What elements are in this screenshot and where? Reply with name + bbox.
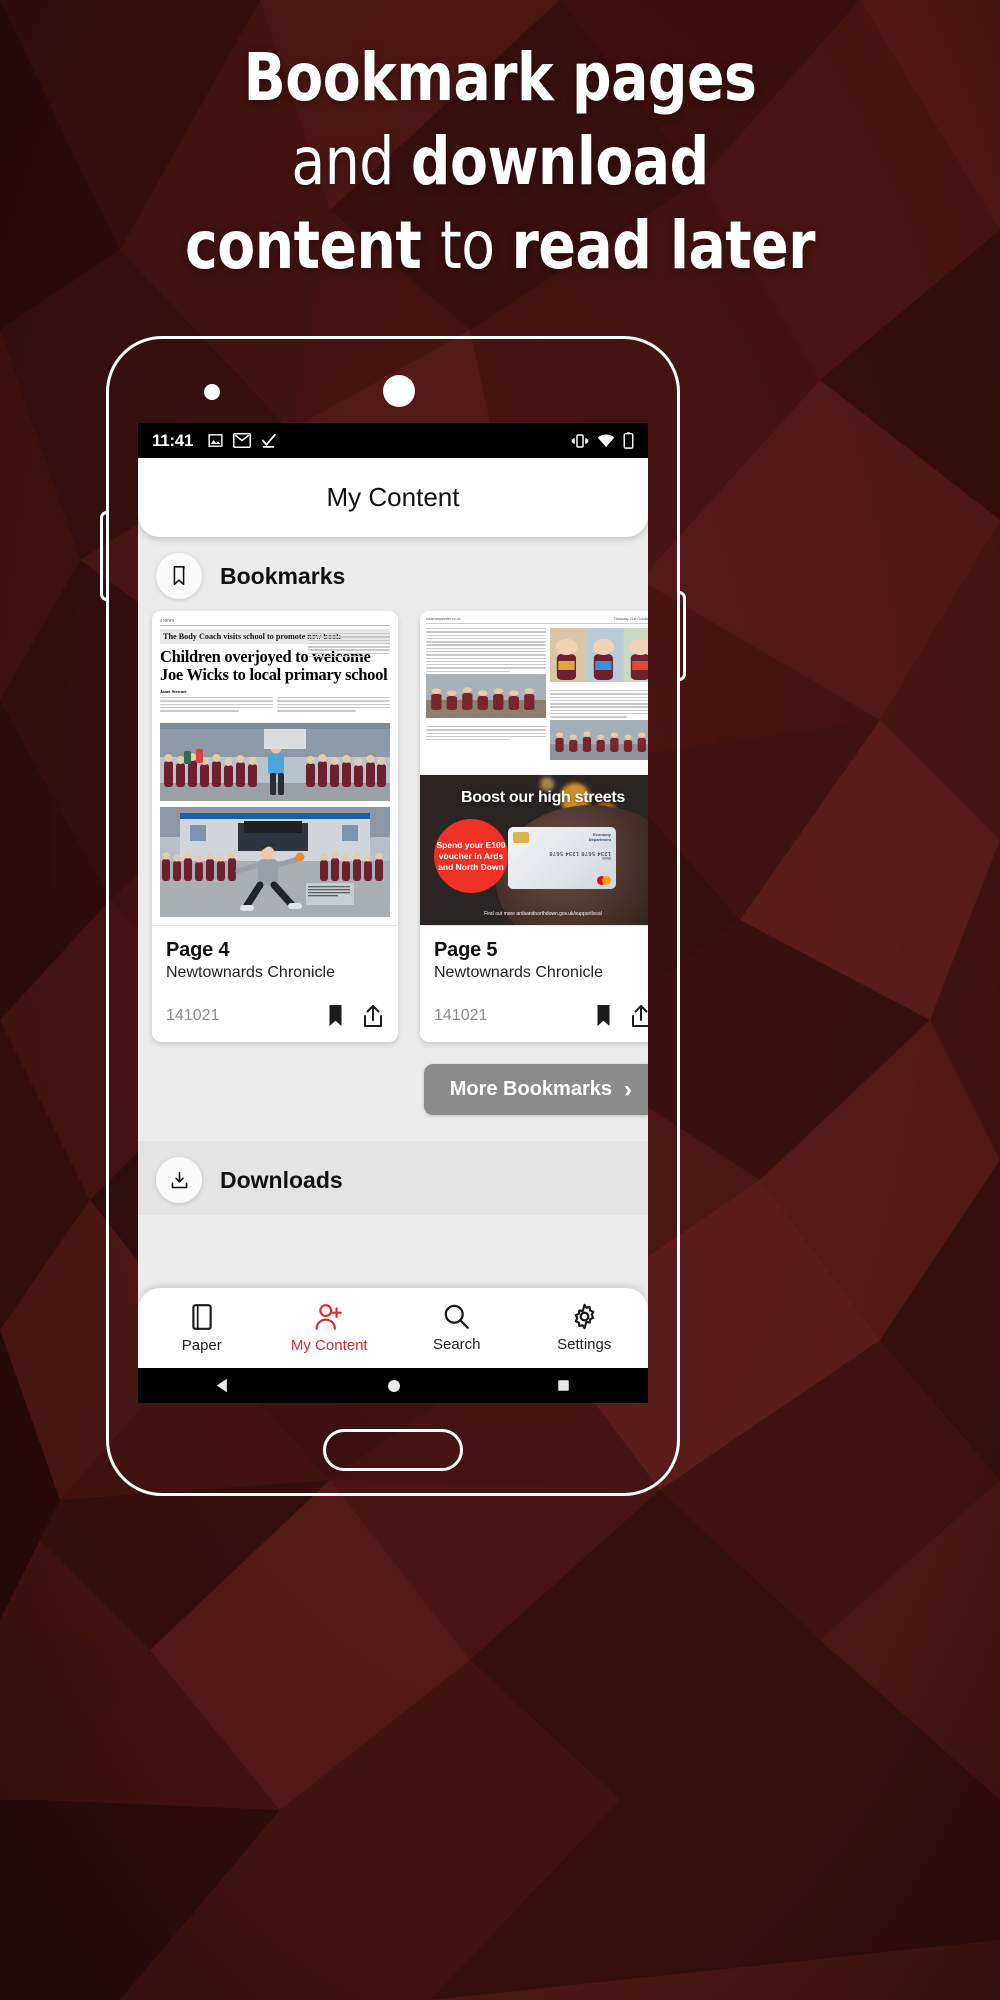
bookmark-chip [156,553,202,599]
headline-line-1: Bookmark pages [35,36,965,120]
thumbnail-url: ulsternewsletter.co.uk [426,617,461,621]
app-body: Bookmarks 4 NEWS The Body Coach visits s… [138,537,648,1215]
vibrate-icon [571,433,589,448]
gear-icon [574,1303,595,1330]
back-triangle-icon[interactable] [215,1377,232,1394]
section-header-downloads[interactable]: Downloads [138,1141,648,1215]
thumbnail-kicker: 4 NEWS [160,618,390,626]
headline-line-3: content to read later [35,204,965,288]
thumbnail-masthead: ulsternewsletter.co.uk Thursday 21st Oct… [426,617,648,624]
search-icon [444,1304,470,1329]
thumbnail-photo-school [160,807,390,917]
device-screen: 11:41 My Content Bookmarks 4 NEWS The Bo… [138,423,648,1403]
battery-icon [623,432,634,449]
card-publication: Newtownards Chronicle [166,964,335,981]
bookmark-filled-icon[interactable] [594,1004,613,1028]
card-date: 141021 [166,1007,220,1024]
status-bar-time: 11:41 [152,430,194,450]
page-thumbnail[interactable]: 4 NEWS The Body Coach visits school to p… [152,611,398,926]
wifi-icon [597,434,615,447]
more-bookmarks-row: More Bookmarks › [138,1042,648,1115]
gmail-icon [233,433,252,448]
chevron-right-icon: › [624,1075,632,1103]
thumbnail-photo-children-books [550,628,648,682]
download-icon [171,1171,187,1188]
bookmark-card[interactable]: ulsternewsletter.co.uk Thursday 21st Oct… [420,611,648,1042]
advert-badge: Spend your E100 voucher in Ards and Nort… [434,819,508,893]
tasks-check-icon [261,433,276,448]
phone-side-button-left [100,511,107,601]
bookmark-outline-icon [173,566,185,586]
card-page-label: Page 4 [166,939,230,961]
section-title: Bookmarks [220,562,346,589]
page-title: My Content [326,482,460,512]
download-chip [156,1157,202,1203]
thumbnail-photo-crowd [160,723,390,801]
thumbnail-right-column [308,633,390,659]
advert-title: Boost our high streets [460,789,626,806]
my-content-icon [315,1303,343,1330]
bookmark-filled-icon[interactable] [326,1004,345,1028]
thumbnail-text-columns [160,697,390,713]
thumbnail-advert: Boost our high streets Spend your E100 v… [420,775,648,925]
promo-headline: Bookmark pages and download content to r… [35,36,965,288]
home-circle-icon[interactable] [386,1378,402,1394]
nav-item-settings[interactable]: Settings [521,1288,649,1368]
nav-label: Search [432,1336,481,1353]
advert-card-expiry: 05/00 [602,856,611,860]
share-icon[interactable] [362,1004,384,1028]
headline-seg: download [410,123,709,200]
more-bookmarks-button[interactable]: More Bookmarks › [423,1064,648,1115]
thumbnail-photo-group [426,673,547,718]
nav-label: My Content [290,1336,368,1354]
thumbnail-byline: Janet Stewart [160,689,187,694]
card-page-label: Page 5 [434,939,498,961]
recents-square-icon[interactable] [556,1378,571,1393]
share-icon[interactable] [630,1004,648,1028]
front-camera-icon [383,375,415,407]
phone-side-button-right [679,591,686,681]
advert-footer: Find out more ardsandnorthdown.gov.uk/su… [484,911,602,917]
app-bar: My Content [138,458,648,537]
nav-label: Settings [557,1336,612,1353]
nav-label: Paper [181,1336,222,1354]
thumbnail-photo-parade [550,719,648,760]
thumbnail-issue-date: Thursday 21st October, 2021 [613,617,648,621]
bookmark-card[interactable]: 4 NEWS The Body Coach visits school to p… [152,611,398,1042]
headline-line-2: and download [35,120,965,204]
headline-seg: read later [511,207,816,284]
android-navigation-bar [138,1368,648,1403]
nav-item-paper[interactable]: Paper [138,1288,266,1368]
status-bar: 11:41 [138,423,648,458]
page-thumbnail[interactable]: ulsternewsletter.co.uk Thursday 21st Oct… [420,611,648,926]
card-publication: Newtownards Chronicle [434,964,603,981]
advert-voucher-card: Economy Department 1234 5678 1234 5678 05… [508,827,616,889]
image-icon [208,434,223,447]
paper-icon [192,1303,212,1330]
headline-seg: content [185,207,441,284]
bookmarks-card-list: 4 NEWS The Body Coach visits school to p… [138,611,648,1042]
bottom-navigation: Paper My Content Search Settings [138,1288,648,1368]
more-bookmarks-label: More Bookmarks [449,1078,612,1100]
sensor-dot-icon [204,384,220,400]
phone-home-indicator [323,1429,463,1471]
headline-seg: Bookmark pages [243,39,757,116]
card-date: 141021 [434,1007,488,1024]
headline-seg: to [440,207,512,284]
section-header-bookmarks[interactable]: Bookmarks [138,537,648,611]
nav-item-my-content[interactable]: My Content [266,1288,394,1368]
nav-item-search[interactable]: Search [393,1288,521,1368]
headline-seg: and [291,123,411,200]
section-title: Downloads [220,1166,343,1193]
